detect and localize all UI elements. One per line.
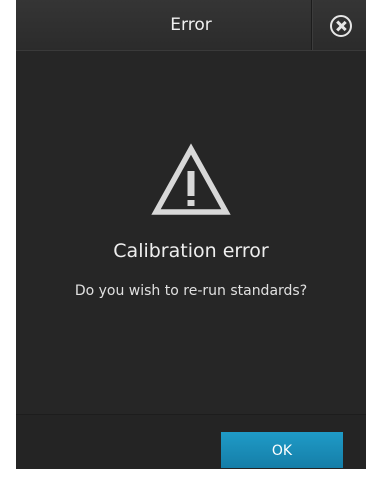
error-message: Do you wish to re-run standards? <box>74 283 308 299</box>
ok-button[interactable]: OK <box>221 432 343 468</box>
dialog-title: Error <box>170 15 212 35</box>
titlebar-divider <box>311 0 312 50</box>
error-dialog: Error Calibration error Do you wish to r… <box>16 0 366 469</box>
error-heading: Calibration error <box>113 240 269 262</box>
dialog-footer: OK <box>16 414 366 469</box>
close-icon[interactable] <box>330 15 352 37</box>
dialog-titlebar: Error <box>16 0 366 51</box>
warning-triangle-icon <box>151 143 231 215</box>
